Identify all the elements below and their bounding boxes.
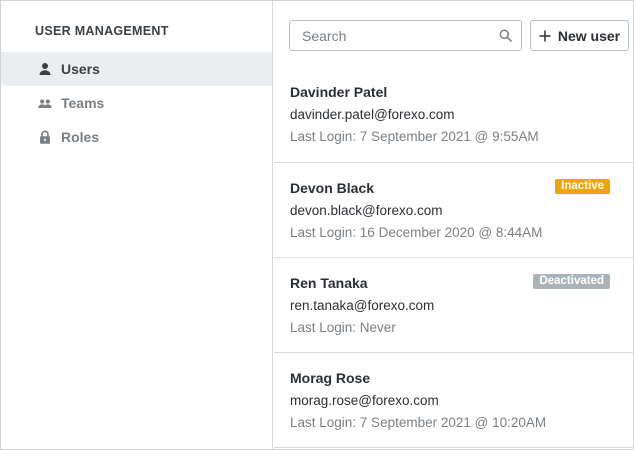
sidebar-item-roles[interactable]: Roles [1, 120, 272, 154]
new-user-label: New user [557, 27, 621, 44]
team-icon [38, 96, 52, 110]
user-last-login: Last Login: 7 September 2021 @ 10:20AM [290, 415, 547, 430]
user-email: devon.black@forexo.com [290, 203, 443, 218]
new-user-button[interactable]: New user [530, 20, 629, 51]
plus-icon [539, 30, 551, 42]
user-name: Davinder Patel [290, 84, 388, 100]
user-card[interactable]: Ren Tanaka Deactivated ren.tanaka@forexo… [274, 258, 633, 353]
sidebar: USER MANAGEMENT Users Teams Roles [1, 1, 273, 449]
sidebar-item-label: Users [61, 61, 100, 77]
status-badge: Deactivated [533, 274, 610, 289]
sidebar-nav: Users Teams Roles [1, 52, 272, 154]
sidebar-title: USER MANAGEMENT [35, 24, 169, 38]
user-card[interactable]: Devon Black Inactive devon.black@forexo.… [274, 163, 633, 258]
user-name: Ren Tanaka [290, 275, 368, 291]
user-card[interactable]: Morag Rose morag.rose@forexo.com Last Lo… [274, 353, 633, 448]
search-input[interactable] [290, 21, 490, 50]
user-name: Devon Black [290, 180, 375, 196]
sidebar-item-label: Teams [61, 95, 105, 111]
user-last-login: Last Login: 16 December 2020 @ 8:44AM [290, 225, 543, 240]
search-icon[interactable] [499, 29, 512, 42]
user-last-login: Last Login: 7 September 2021 @ 9:55AM [290, 129, 539, 144]
user-name: Morag Rose [290, 370, 371, 386]
sidebar-item-teams[interactable]: Teams [1, 86, 272, 120]
lock-icon [38, 130, 52, 144]
user-email: ren.tanaka@forexo.com [290, 298, 435, 313]
status-badge: Inactive [555, 179, 610, 194]
user-email: morag.rose@forexo.com [290, 393, 439, 408]
search-box[interactable] [289, 20, 522, 51]
user-last-login: Last Login: Never [290, 320, 396, 335]
user-card[interactable]: Davinder Patel davinder.patel@forexo.com… [274, 67, 633, 163]
app-window: USER MANAGEMENT Users Teams Roles Search… [0, 0, 634, 450]
sidebar-item-label: Roles [61, 129, 100, 145]
user-list: Davinder Patel davinder.patel@forexo.com… [274, 67, 633, 448]
sidebar-item-users[interactable]: Users [1, 52, 272, 86]
user-email: davinder.patel@forexo.com [290, 107, 455, 122]
user-icon [38, 62, 52, 76]
main-panel: New user Davinder Patel davinder.patel@f… [274, 1, 633, 449]
